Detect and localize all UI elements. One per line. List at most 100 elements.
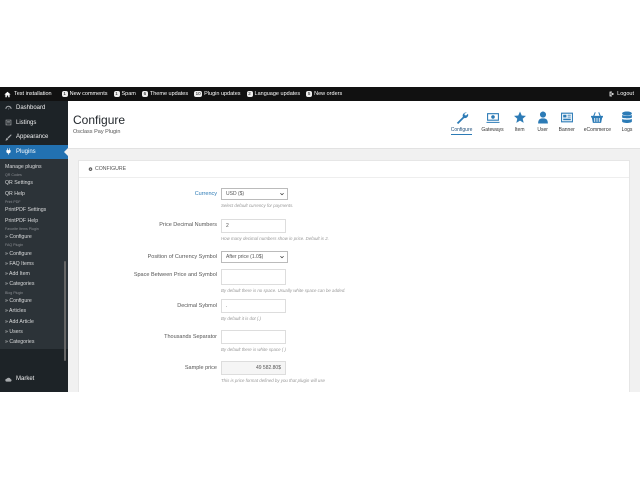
link-label: New comments (69, 91, 108, 97)
decimal-symbol-label: Decimal Sybmol (177, 303, 217, 309)
logout-link[interactable]: Logout (609, 91, 634, 97)
spam-link[interactable]: 1 Spam (113, 91, 136, 97)
submenu-item[interactable]: » Add Article (0, 317, 68, 327)
basket-icon (591, 112, 604, 123)
sidebar-item-label: Listings (16, 119, 37, 126)
submenu-item[interactable]: » FAQ Items (0, 259, 68, 269)
star-icon (513, 111, 526, 123)
top-margin (0, 0, 640, 87)
admin-sidebar: Dashboard Listings Appearance Plugins Ma… (0, 101, 68, 392)
tab-label: User (537, 127, 548, 133)
tab-gateways[interactable]: Gateways (481, 111, 504, 135)
theme-updates-link[interactable]: 6 Theme updates (141, 91, 188, 97)
sidebar-item-label: Plugins (16, 148, 36, 155)
banner-icon (560, 112, 573, 123)
submenu-item[interactable]: » Categories (0, 337, 68, 347)
cloud-icon (5, 377, 12, 382)
page-header: Configure Osclass Pay Plugin Configure G… (68, 101, 640, 149)
decimal-symbol-input[interactable]: . (221, 299, 286, 313)
link-label: Language updates (254, 91, 301, 97)
currency-label: Currency (194, 191, 217, 197)
thousands-separator-help: By default there is white space ( ) (221, 347, 286, 352)
logout-icon (609, 91, 615, 97)
currency-position-select[interactable]: After price (1.0$) (221, 251, 288, 263)
submenu-item[interactable]: » Articles (0, 306, 68, 316)
tab-user[interactable]: User (536, 111, 550, 135)
new-comments-link[interactable]: 1 New comments (61, 91, 108, 97)
currency-help: Select default currency for payments. (221, 203, 294, 208)
tab-ecommerce[interactable]: eCommerce (584, 111, 611, 135)
link-label: New orders (314, 91, 343, 97)
sidebar-item-plugins[interactable]: Plugins (0, 144, 68, 159)
sidebar-item-label: Market (16, 376, 35, 382)
submenu-item[interactable]: QR Help (0, 189, 68, 199)
submenu-item[interactable]: » Configure (0, 232, 68, 242)
decimal-symbol-value: . (226, 303, 228, 309)
sample-price-output: 49 582.80$ (221, 361, 286, 375)
currency-select[interactable]: USD ($) (221, 188, 288, 200)
panel-header: CONFIGURE (79, 161, 629, 178)
count-badge: 2 (246, 91, 253, 97)
listings-icon (5, 119, 12, 126)
count-badge: 5 (306, 91, 313, 97)
sidebar-item-appearance[interactable]: Appearance (0, 130, 68, 145)
page-subtitle: Osclass Pay Plugin (73, 129, 121, 135)
sidebar-item-label: Dashboard (16, 105, 46, 112)
sample-price-label: Sample price (184, 365, 217, 371)
gear-icon (88, 166, 93, 171)
admin-frame: Test installation 1 New comments 1 Spam 6T… (0, 87, 640, 392)
decimal-symbol-help: By default it is dot (.) (221, 316, 262, 321)
submenu-item[interactable]: PrintPDF Settings (0, 205, 68, 215)
chevron-down-icon (280, 192, 284, 196)
language-updates-link[interactable]: 2 Language updates (246, 91, 301, 97)
tab-item[interactable]: Item (513, 111, 527, 135)
symbol-space-textarea[interactable] (221, 269, 286, 285)
sidebar-item-listings[interactable]: Listings (0, 116, 68, 131)
tab-banner[interactable]: Banner (559, 111, 575, 135)
submenu-item[interactable]: PrintPDF Help (0, 216, 68, 226)
bottom-margin (0, 392, 640, 480)
submenu-item[interactable]: » Configure (0, 249, 68, 259)
sidebar-scrollbar[interactable] (64, 261, 66, 361)
count-badge: 6 (141, 91, 148, 97)
plugin-icon (6, 148, 11, 155)
tab-label: Configure (450, 127, 473, 135)
submenu-item[interactable]: QR Settings (0, 178, 68, 188)
decimal-numbers-input[interactable]: 2 (221, 219, 286, 233)
plugin-tabs: Configure Gateways Item User Banner eCom… (442, 111, 634, 135)
submenu-item[interactable]: Manage plugins (0, 162, 68, 172)
link-label: Plugin updates (204, 91, 241, 97)
submenu-item[interactable]: » Users (0, 327, 68, 337)
currency-position-label: Position of Currency Symbol (147, 254, 217, 260)
chevron-down-icon (280, 255, 284, 259)
tab-logs[interactable]: Logs (620, 111, 634, 135)
sidebar-item-market[interactable]: Market (0, 373, 68, 385)
sidebar-item-dashboard[interactable]: Dashboard (0, 101, 68, 116)
submenu-item[interactable]: » Add Item (0, 269, 68, 279)
symbol-space-label: Space Between Price and Symbol (133, 272, 217, 278)
gateway-icon (486, 113, 500, 123)
tab-label: Banner (558, 127, 575, 133)
wrench-icon (456, 112, 468, 124)
dashboard-icon (5, 105, 12, 110)
sidebar-item-label: Appearance (16, 134, 49, 141)
plugin-updates-link[interactable]: 10 Plugin updates (194, 91, 241, 97)
submenu-item[interactable]: » Categories (0, 279, 68, 289)
tab-label: Logs (621, 127, 633, 133)
site-link[interactable]: Test installation (4, 91, 52, 98)
decimal-numbers-help: How many decimal numbers show in price. … (221, 236, 329, 241)
tab-label: Gateways (481, 127, 504, 133)
thousands-separator-input[interactable] (221, 330, 286, 344)
new-orders-link[interactable]: 5 New orders (306, 91, 342, 97)
submenu-item[interactable]: » Configure (0, 296, 68, 306)
plugins-submenu: Manage plugins QR Codes QR Settings QR Help… (0, 159, 68, 350)
count-badge: 1 (113, 91, 120, 97)
thousands-separator-label: Thousands Separator (164, 334, 217, 340)
decimal-numbers-value: 2 (226, 223, 229, 229)
market-row: Market (0, 373, 68, 385)
home-icon (4, 91, 11, 97)
count-badge: 10 (194, 91, 203, 97)
tab-configure[interactable]: Configure (450, 111, 473, 135)
symbol-space-help: By default there is no space. Usually wh… (221, 288, 346, 293)
user-icon (537, 111, 548, 124)
